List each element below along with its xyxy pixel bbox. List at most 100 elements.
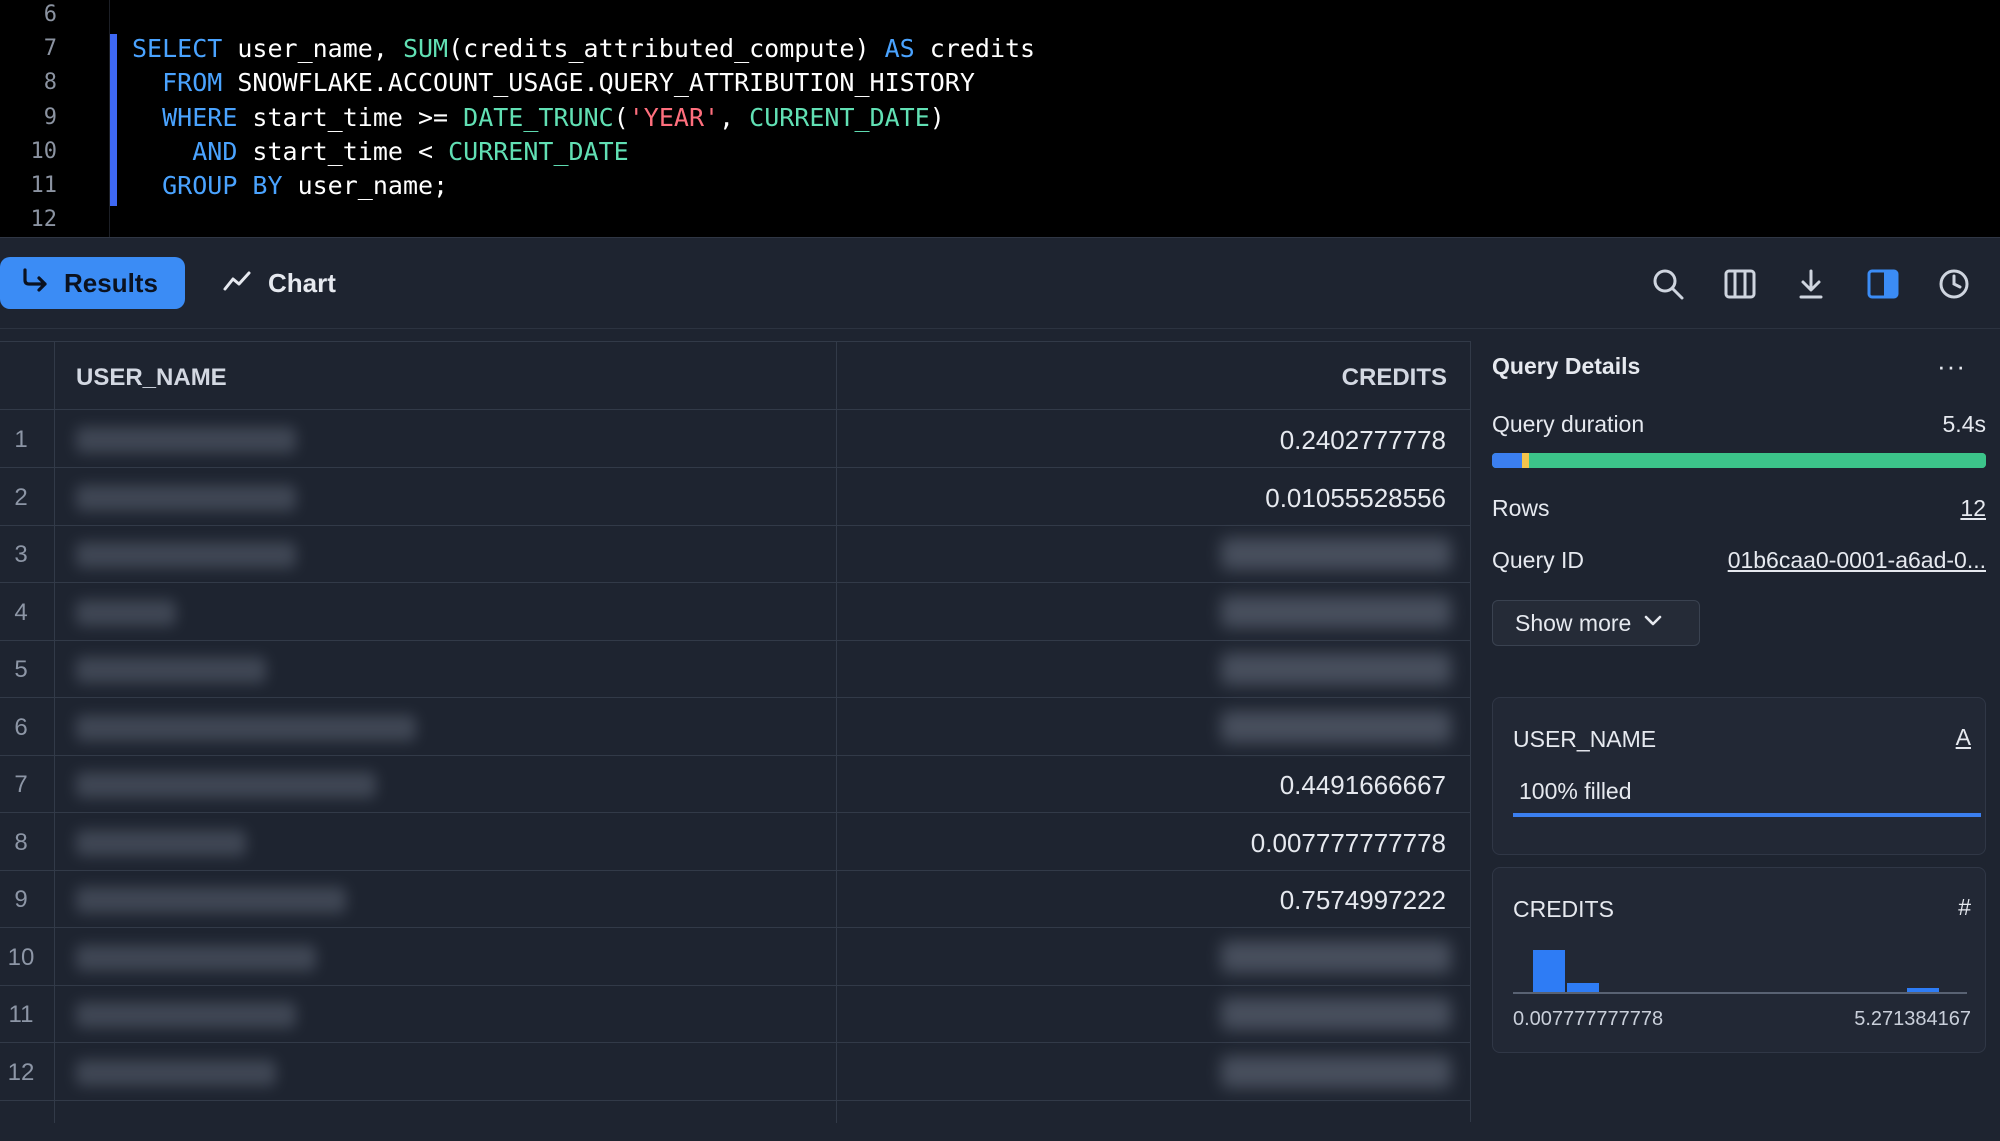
redacted-credits	[1221, 710, 1451, 743]
row-number: 4	[14, 598, 28, 626]
code-token: credits	[914, 34, 1036, 64]
redacted-user-name	[76, 657, 266, 683]
columns-icon[interactable]	[1722, 266, 1758, 302]
code-token: FROM	[162, 68, 223, 98]
history-icon[interactable]	[1936, 266, 1972, 302]
table-row[interactable]: 8 0.007777777778	[0, 814, 1471, 871]
code-line: FROM SNOWFLAKE.ACCOUNT_USAGE.QUERY_ATTRI…	[132, 66, 975, 100]
row-number: 12	[7, 1058, 35, 1086]
stats-column-title: USER_NAME	[1513, 726, 1657, 752]
redacted-user-name	[76, 887, 346, 913]
code-token: SNOWFLAKE.ACCOUNT_USAGE.QUERY_ATTRIBUTIO…	[222, 68, 975, 98]
code-line: SELECT user_name, SUM(credits_attributed…	[132, 32, 1035, 66]
row-number: 5	[14, 656, 28, 683]
redacted-user-name	[76, 829, 246, 856]
histogram-bar	[1533, 950, 1565, 992]
code-token: )	[929, 102, 945, 132]
fill-percentage: 100% filled	[1519, 778, 1632, 804]
table-row[interactable]: 3	[0, 526, 1471, 583]
panel-toggle-icon[interactable]	[1865, 266, 1901, 302]
column-header-credits[interactable]: CREDITS	[1342, 364, 1447, 392]
credits-cell: 0.01055528556	[1265, 482, 1446, 513]
code-token: CURRENT_DATE	[749, 102, 930, 132]
histogram-axis	[1513, 992, 1967, 994]
redacted-user-name	[76, 484, 296, 511]
chevron-down-icon	[1643, 614, 1663, 633]
table-row[interactable]: 1 0.2402777778	[0, 411, 1471, 468]
code-token: ,	[719, 102, 750, 132]
rows-label: Rows	[1492, 495, 1550, 521]
duration-segment	[1492, 453, 1522, 468]
column-header-user-name[interactable]: USER_NAME	[76, 364, 227, 392]
query-details-panel: Query Details ··· Query duration 5.4s Ro…	[1472, 341, 2000, 1141]
tab-chart[interactable]: Chart	[222, 257, 336, 309]
show-more-label: Show more	[1515, 609, 1632, 636]
show-more-button[interactable]: Show more	[1492, 600, 1700, 646]
code-token: SUM	[402, 34, 449, 64]
query-id-label: Query ID	[1492, 547, 1585, 573]
table-row[interactable]: 6	[0, 699, 1471, 756]
active-statement-marker	[110, 34, 117, 206]
redacted-user-name	[76, 1059, 276, 1086]
sql-editor[interactable]: 6 7 8 9 10 11 12 SELECT user_name, SUM(credits…	[0, 0, 2000, 237]
download-icon[interactable]	[1793, 266, 1829, 302]
histogram-max: 5.271384167	[1854, 1008, 1971, 1030]
code-line: GROUP BY user_name;	[132, 169, 448, 203]
table-row[interactable]: 10	[0, 929, 1471, 986]
redacted-credits	[1221, 940, 1451, 973]
code-token: CURRENT_DATE	[448, 136, 629, 166]
more-options-icon[interactable]: ···	[1937, 351, 1966, 382]
table-row[interactable]: 12	[0, 1044, 1471, 1101]
table-row[interactable]: 2 0.01055528556	[0, 469, 1471, 526]
text-type-icon: A	[1955, 724, 1971, 750]
search-icon[interactable]	[1650, 266, 1686, 302]
row-number: 8	[14, 828, 28, 856]
tab-results-label: Results	[64, 267, 158, 298]
line-number: 11	[30, 173, 58, 198]
table-row[interactable]: 4	[0, 584, 1471, 641]
code-token: user_name,	[222, 34, 403, 64]
table-row[interactable]: 7 0.4491666667	[0, 756, 1471, 813]
line-number: 9	[43, 104, 57, 130]
fill-bar-level	[1513, 813, 1981, 817]
table-row[interactable]: 11	[0, 986, 1471, 1043]
code-token: start_time >=	[237, 102, 464, 132]
row-number: 7	[14, 771, 28, 798]
redacted-credits	[1221, 538, 1451, 570]
credits-cell: 0.4491666667	[1279, 770, 1446, 800]
row-number: 6	[14, 713, 28, 741]
duration-value: 5.4s	[1942, 411, 1986, 437]
results-arrow-icon	[20, 267, 50, 300]
line-number: 6	[43, 2, 57, 27]
code-token: SELECT	[132, 34, 223, 64]
code-token: (credits_attributed_compute)	[448, 34, 885, 64]
tab-results[interactable]: Results	[0, 257, 185, 309]
histogram-bar	[1567, 982, 1599, 992]
histogram-min: 0.007777777778	[1513, 1008, 1664, 1030]
table-row[interactable]: 9 0.7574997222	[0, 871, 1471, 928]
table-header: USER_NAME CREDITS	[0, 342, 1471, 410]
line-number: 8	[43, 70, 57, 96]
code-token: AS	[884, 34, 915, 64]
results-table: USER_NAME CREDITS 1 0.2402777778 2 0.010555…	[0, 341, 1471, 1123]
line-number: 7	[43, 36, 57, 62]
redacted-user-name	[76, 714, 416, 741]
redacted-credits	[1221, 1055, 1451, 1088]
line-number: 10	[30, 138, 58, 164]
code-token: AND	[192, 136, 238, 166]
redacted-user-name	[76, 1002, 296, 1028]
redacted-user-name	[76, 427, 296, 453]
fill-bar	[1513, 813, 1981, 817]
user-name-stats-card[interactable]: USER_NAME A 100% filled	[1492, 697, 1986, 855]
redacted-credits	[1221, 653, 1451, 685]
credits-stats-card[interactable]: CREDITS # 0.007777777778 5.271384167	[1492, 867, 1986, 1053]
tab-chart-label: Chart	[268, 267, 336, 298]
code-token: WHERE	[162, 102, 238, 132]
panel-title: Query Details	[1492, 353, 1641, 379]
table-row[interactable]: 5	[0, 641, 1471, 698]
rows-link[interactable]: 12	[1960, 495, 1986, 522]
query-id-link[interactable]: 01b6caa0-0001-a6ad-0...	[1728, 547, 1986, 574]
row-number: 2	[14, 483, 28, 511]
